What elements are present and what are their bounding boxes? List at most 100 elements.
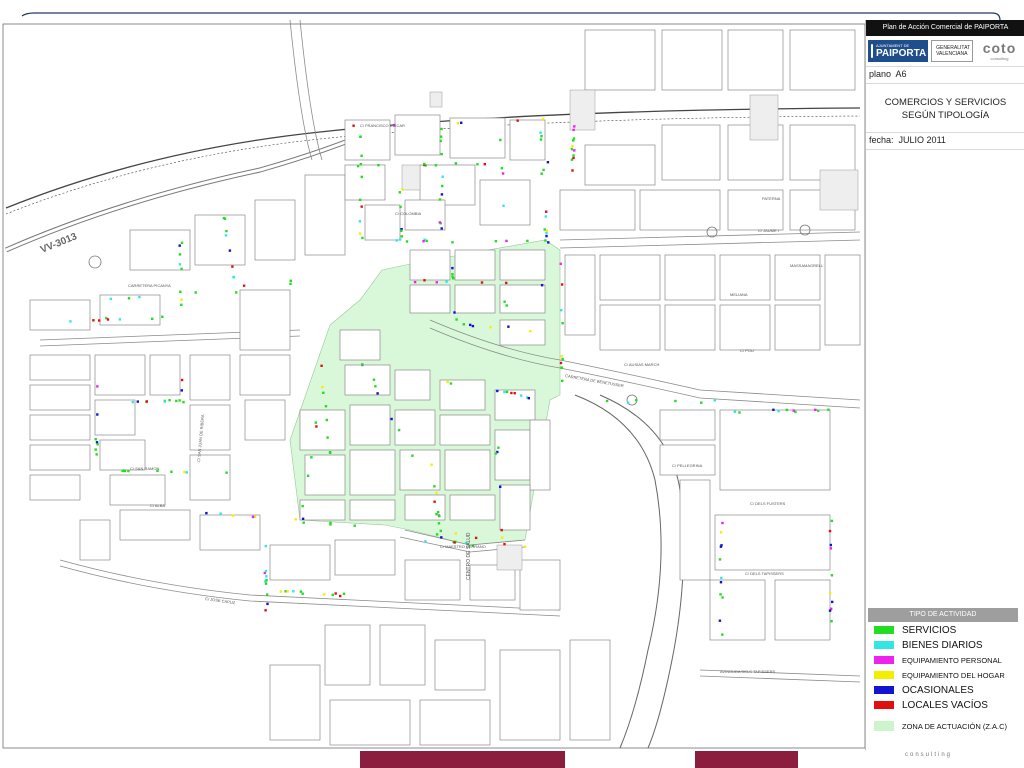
activity-marker xyxy=(96,385,99,388)
activity-marker xyxy=(329,451,332,454)
activity-marker xyxy=(474,536,478,540)
activity-marker xyxy=(185,471,188,474)
activity-marker xyxy=(358,198,362,201)
activity-marker xyxy=(545,231,548,235)
activity-marker xyxy=(178,253,182,256)
activity-marker xyxy=(182,400,185,404)
activity-marker xyxy=(131,400,134,404)
activity-marker xyxy=(572,156,575,160)
activity-marker xyxy=(572,128,575,132)
activity-marker xyxy=(138,295,141,299)
activity-marker xyxy=(235,291,238,294)
activity-marker xyxy=(372,378,376,381)
activity-marker xyxy=(353,524,356,527)
activity-marker xyxy=(573,125,576,128)
footer-bar-right xyxy=(695,751,798,768)
activity-marker xyxy=(476,163,479,166)
activity-marker xyxy=(96,413,99,416)
activity-marker xyxy=(301,517,305,520)
activity-marker xyxy=(299,590,303,593)
activity-marker xyxy=(376,392,379,395)
activity-marker xyxy=(438,198,442,201)
activity-marker xyxy=(499,485,502,488)
activity-marker xyxy=(123,469,127,473)
activity-marker xyxy=(738,411,741,414)
activity-marker xyxy=(398,191,401,194)
activity-marker xyxy=(560,366,563,370)
activity-marker xyxy=(573,149,576,152)
activity-marker xyxy=(310,456,313,459)
activity-marker xyxy=(451,241,454,244)
activity-marker xyxy=(322,391,325,394)
activity-marker xyxy=(306,474,310,477)
activity-marker xyxy=(451,266,454,270)
legend-swatch xyxy=(874,671,894,679)
activity-marker xyxy=(69,320,72,323)
activity-marker xyxy=(440,127,443,131)
legend-label: SERVICIOS xyxy=(902,624,957,636)
activity-marker xyxy=(231,514,235,517)
activity-marker xyxy=(289,279,292,282)
legend: TIPO DE ACTIVIDAD SERVICIOS BIENES DIARI… xyxy=(868,608,1018,735)
activity-marker xyxy=(545,210,548,213)
activity-marker xyxy=(251,515,255,519)
activity-marker xyxy=(356,164,360,168)
activity-marker xyxy=(545,234,548,238)
legend-label: ZONA DE ACTUACIÓN (Z.A.C) xyxy=(902,721,1008,731)
activity-marker xyxy=(397,428,401,432)
activity-marker xyxy=(286,590,289,593)
map-title-line1: COMERCIOS Y SERVICIOS xyxy=(884,97,1007,108)
activity-marker xyxy=(92,319,95,322)
activity-marker xyxy=(228,249,232,252)
activity-marker xyxy=(352,124,355,127)
activity-marker xyxy=(454,532,457,535)
activity-marker xyxy=(718,558,722,561)
activity-marker xyxy=(719,531,723,534)
activity-marker xyxy=(674,399,677,403)
activity-marker xyxy=(453,311,456,314)
activity-marker xyxy=(361,363,364,366)
street-label: C/ JAUME I xyxy=(758,228,779,233)
street-label: AVINGUDA DELS TAPISSERS xyxy=(720,669,775,674)
activity-marker xyxy=(180,378,184,382)
activity-marker xyxy=(471,324,475,328)
activity-marker xyxy=(423,162,426,166)
activity-marker xyxy=(460,121,463,124)
activity-marker xyxy=(451,273,454,276)
plano-label: plano xyxy=(869,69,892,79)
logo-strip: AJUNTAMENT DE PAIPORTA GENERALITAT VALEN… xyxy=(866,36,1024,66)
activity-marker xyxy=(700,401,703,404)
activity-marker xyxy=(439,529,442,533)
footer-consulting: consulting xyxy=(905,752,953,758)
activity-marker xyxy=(322,593,326,596)
activity-marker xyxy=(321,385,324,389)
activity-marker xyxy=(540,172,543,175)
coto-logo-word: coto xyxy=(982,40,1017,56)
activity-marker xyxy=(178,263,182,266)
activity-marker xyxy=(359,135,362,138)
legend-label: BIENES DIARIOS xyxy=(902,639,983,651)
activity-marker xyxy=(289,282,292,285)
activity-marker xyxy=(377,164,380,167)
activity-marker xyxy=(266,602,269,606)
activity-marker xyxy=(136,400,139,403)
activity-marker xyxy=(422,240,425,243)
street-label: C/ COLOMBIA xyxy=(395,211,422,216)
activity-marker xyxy=(529,330,532,333)
activity-marker xyxy=(96,443,99,446)
activity-marker xyxy=(401,188,404,191)
activity-marker xyxy=(827,408,830,411)
activity-marker xyxy=(433,485,436,488)
legend-item-equipamiento-personal: EQUIPAMIENTO PERSONAL xyxy=(868,653,1018,667)
legend-swatch xyxy=(874,721,894,731)
street-label: CARRETERA PICANYA xyxy=(128,283,171,288)
activity-marker xyxy=(561,379,564,383)
activity-marker xyxy=(163,400,166,403)
activity-marker xyxy=(358,232,362,235)
activity-marker xyxy=(559,361,563,365)
activity-marker xyxy=(180,298,183,301)
activity-marker xyxy=(720,576,723,580)
activity-marker xyxy=(539,131,542,134)
activity-marker xyxy=(178,244,181,247)
activity-marker xyxy=(399,238,402,241)
